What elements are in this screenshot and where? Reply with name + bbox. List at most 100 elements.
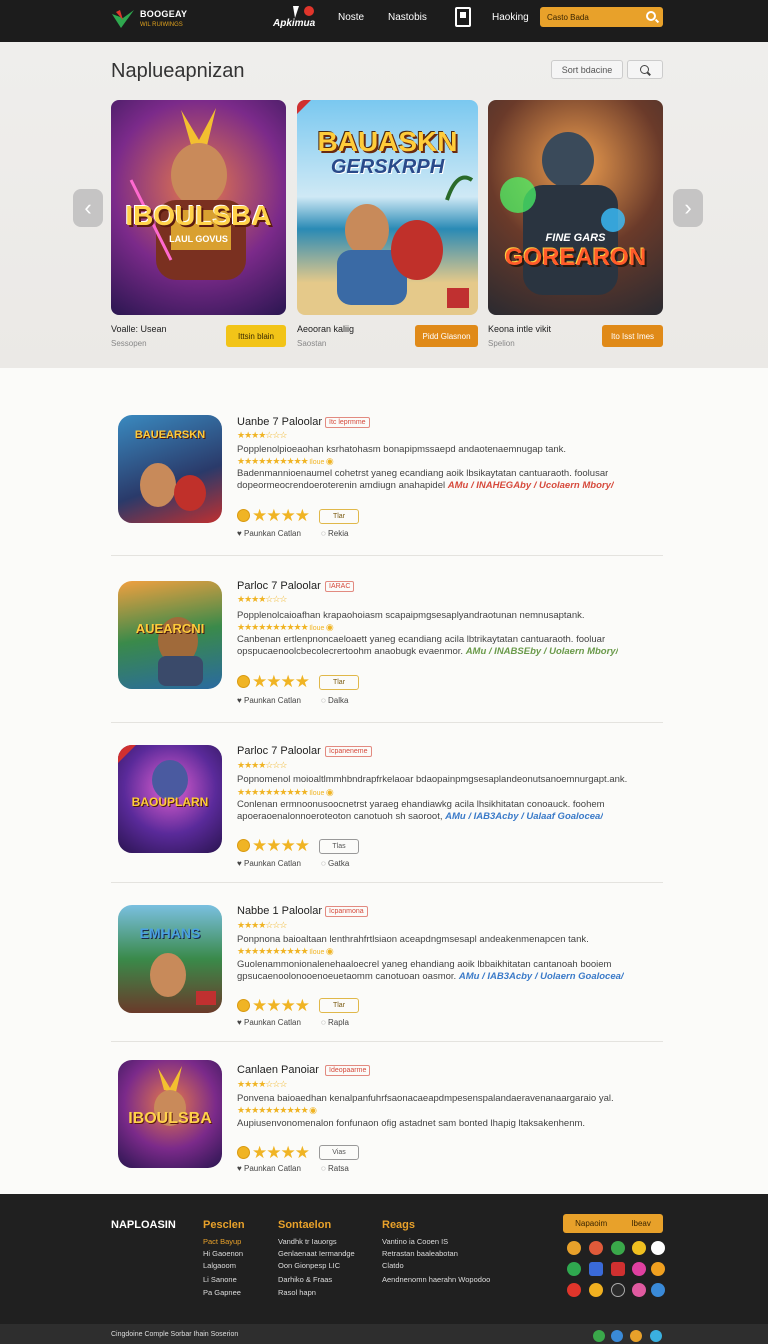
list-item[interactable]: IBOULSBA Canlaen Panoiar Ideopaarme ★★★★…	[111, 1042, 663, 1186]
mobile-app-icon[interactable]	[455, 7, 471, 27]
game-thumbnail[interactable]: BAOUPLARN	[118, 745, 222, 853]
user-rating[interactable]: ★ ★ ★ ★	[237, 1144, 310, 1161]
user-rating[interactable]: ★ ★ ★ ★	[237, 837, 310, 854]
card-2-button[interactable]: Pidd Glasnon	[415, 325, 478, 347]
nav-link-3[interactable]: Haoking	[492, 12, 529, 23]
item-meta-left[interactable]: ♥ Paunkan Catlan	[237, 696, 301, 705]
carousel-prev-button[interactable]: ‹	[73, 189, 103, 227]
social-icon[interactable]	[651, 1262, 665, 1276]
card-1-name: Voalle: Usean	[111, 324, 167, 334]
footer-link[interactable]: Vandhk tr Iauorgs	[278, 1237, 337, 1246]
footer-link[interactable]: Vantino ia Cooen IS	[382, 1237, 448, 1246]
item-desc-3: gpsucaenoolonooenoeuetaomm canotuoan oas…	[237, 971, 624, 982]
footer-link[interactable]: Lalgaoom	[203, 1261, 236, 1270]
featured-card-art-1[interactable]: IBOULSBA LAUL GOVUS	[111, 100, 286, 315]
item-title[interactable]: Canlaen Panoiar	[237, 1064, 319, 1076]
social-icon[interactable]	[611, 1241, 625, 1255]
game-thumbnail[interactable]: AUEARCNI	[118, 581, 222, 689]
item-link[interactable]: AMu / IAB3Acby / Ualaaf Goalocea/	[445, 811, 603, 822]
social-icon[interactable]	[651, 1283, 665, 1297]
social-icon[interactable]	[630, 1330, 642, 1342]
item-title[interactable]: Parloc 7 Paloolar	[237, 745, 321, 757]
item-title[interactable]: Nabbe 1 Paloolar	[237, 905, 322, 917]
list-item[interactable]: BAUEARSKN Uanbe 7 Paloolar Itc leprmme ★…	[111, 400, 663, 556]
user-rating[interactable]: ★ ★ ★ ★	[237, 507, 310, 524]
nav-link-1[interactable]: Noste	[338, 12, 364, 23]
item-title[interactable]: Uanbe 7 Paloolar	[237, 416, 322, 428]
featured-card-art-2[interactable]: BAUASKN GERSKRPH	[297, 100, 478, 315]
game-thumbnail[interactable]: BAUEARSKN	[118, 415, 222, 523]
sort-button[interactable]: Sort bdacine	[551, 60, 623, 79]
search-icon[interactable]	[646, 11, 656, 21]
social-icon[interactable]	[593, 1330, 605, 1342]
game-thumbnail[interactable]: EMHANS	[118, 905, 222, 1013]
item-meta-right[interactable]: ◌ Rapla	[321, 1018, 349, 1027]
social-icon[interactable]	[632, 1262, 646, 1276]
item-meta-left[interactable]: ♥ Paunkan Catlan	[237, 1018, 301, 1027]
item-meta-right[interactable]: ◌ Rekia	[321, 529, 348, 538]
footer-link[interactable]: Retrastan baaleabotan	[382, 1249, 458, 1258]
social-icon[interactable]	[567, 1283, 581, 1297]
footer-link[interactable]: Li Sanone	[203, 1275, 237, 1284]
list-item[interactable]: AUEARCNI Parloc 7 Paloolar IARAC ★★★★☆☆☆…	[111, 556, 663, 723]
social-icon[interactable]	[650, 1330, 662, 1342]
carousel-next-button[interactable]: ›	[673, 189, 703, 227]
social-icon[interactable]	[567, 1262, 581, 1276]
item-meta-left[interactable]: ♥ Paunkan Catlan	[237, 529, 301, 538]
social-icon[interactable]	[632, 1241, 646, 1255]
social-icon[interactable]	[611, 1262, 625, 1276]
footer-link[interactable]: Clatdo	[382, 1261, 404, 1270]
social-icon[interactable]	[567, 1241, 581, 1255]
social-icon[interactable]	[611, 1330, 623, 1342]
user-rating[interactable]: ★ ★ ★ ★	[237, 997, 310, 1014]
social-icon[interactable]	[611, 1283, 625, 1297]
footer-brand: NAPLOASIN	[111, 1219, 176, 1231]
thumbnail-title: IBOULSBA	[128, 1110, 212, 1127]
search-input[interactable]: Casto Bada	[540, 7, 663, 27]
item-link[interactable]: AMu / IAB3Acby / Uolaern Goalocea/	[459, 971, 624, 982]
social-icon[interactable]	[589, 1241, 603, 1255]
footer-link[interactable]: Aendnenomn haerahn Wopodoo	[382, 1275, 490, 1284]
game-thumbnail[interactable]: IBOULSBA	[118, 1060, 222, 1168]
rating-stars-large: ★★★★★★★★★★ Iloue ◉	[237, 456, 334, 466]
item-meta-right[interactable]: ◌ Dalka	[321, 696, 348, 705]
app-download-button[interactable]: Napaoim Ibeav	[563, 1214, 663, 1233]
item-title[interactable]: Parloc 7 Paloolar	[237, 580, 321, 592]
item-meta-right[interactable]: ◌ Gatka	[321, 859, 349, 868]
footer-link[interactable]: Pact Bayup	[203, 1237, 241, 1246]
card-3-button[interactable]: Ito Isst Imes	[602, 325, 663, 347]
footer-link[interactable]: Hi Gaoenon	[203, 1249, 243, 1258]
meta-left-text: Paunkan Catlan	[243, 696, 301, 705]
item-link[interactable]: AMu / INAHEGAby / Ucolaern Mbory/	[448, 480, 614, 491]
site-logo[interactable]: BOOGEAY WIL RUIWINGS	[110, 2, 200, 36]
footer-link[interactable]: Pa Gapnee	[203, 1288, 241, 1297]
card-1-button[interactable]: Ittsin blain	[226, 325, 286, 347]
footer-link[interactable]: Genlaenaat Iermandge	[278, 1249, 355, 1258]
item-pill-button[interactable]: Tlar	[319, 998, 359, 1013]
social-icon[interactable]	[651, 1241, 665, 1255]
item-pill-button[interactable]: Tlar	[319, 675, 359, 690]
item-desc-3-text: opspucaenoolcbecolecrertoohm anaobugk ev…	[237, 646, 466, 657]
item-meta-left[interactable]: ♥ Paunkan Catlan	[237, 859, 301, 868]
item-pill-button[interactable]: Tlar	[319, 509, 359, 524]
item-pill-button[interactable]: Tlas	[319, 839, 359, 854]
social-icon[interactable]	[632, 1283, 646, 1297]
list-item[interactable]: EMHANS Nabbe 1 Paloolar Icpanmona ★★★★☆☆…	[111, 883, 663, 1042]
social-icon[interactable]	[589, 1283, 603, 1297]
footer-link[interactable]: Rasol hapn	[278, 1288, 316, 1297]
footer-link[interactable]: Oon Gionpesp LIC	[278, 1261, 340, 1270]
footer-link[interactable]: Darhiko & Fraas	[278, 1275, 332, 1284]
footer-col2-title: Sontaelon	[278, 1219, 332, 1231]
item-meta-right[interactable]: ◌ Ratsa	[321, 1164, 349, 1173]
item-link[interactable]: AMu / INABSEby / Uolaern Mbory/	[466, 646, 619, 657]
item-meta-left[interactable]: ♥ Paunkan Catlan	[237, 1164, 301, 1173]
featured-card-art-3[interactable]: FINE GARS GOREARON	[488, 100, 663, 315]
user-rating[interactable]: ★ ★ ★ ★	[237, 673, 310, 690]
nav-link-2[interactable]: Nastobis	[388, 12, 427, 23]
item-desc-2: Badenmannioenaumel cohetrst yaneg ecandi…	[237, 468, 609, 479]
social-icon[interactable]	[589, 1262, 603, 1276]
filter-search-button[interactable]	[627, 60, 663, 79]
item-pill-button[interactable]: Vias	[319, 1145, 359, 1160]
bottom-links[interactable]: Cingdoine Comple Sorbar Ihain Soserion	[111, 1331, 238, 1338]
list-item[interactable]: BAOUPLARN Parloc 7 Paloolar Icpaneneme ★…	[111, 723, 663, 883]
